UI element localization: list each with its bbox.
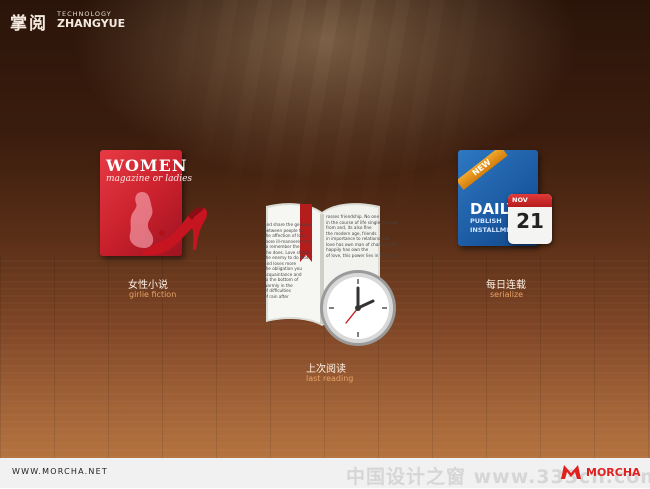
logo-en-text: ZHANGYUE [57,17,126,30]
footer-brand: MORCHA [586,466,641,479]
calendar-month: NOV [512,196,528,204]
girlie-fiction-label: 女性小说 [128,280,168,291]
morcha-logo-icon [561,465,581,479]
shelf-item-girlie-fiction[interactable]: WOMEN magazine or ladies 女性小说 girlie fic… [100,150,212,302]
girlie-fiction-sublabel: girlie fiction [129,290,177,299]
daily-cover-line: PUBLISH [470,217,502,225]
magazine-title: WOMEN [106,156,188,175]
shelf-item-last-reading[interactable]: and share the genuine between people to … [260,198,400,384]
book-line: and share the genuine [264,222,312,227]
new-ribbon: NEW [458,150,508,190]
magazine-subtitle: magazine or ladies [106,174,193,184]
serialize-label: 每日连载 [486,280,526,291]
shelf-item-serialize[interactable]: DAILY PUBLISH INSTALLMENT NEW NOV 21 每日连… [458,150,568,300]
last-reading-label: 上次阅读 [306,364,346,375]
right-page-text: rosses friendship. No one in the course … [326,214,399,258]
high-heel-shoe-icon [142,207,207,255]
serialize-sublabel: serialize [490,290,524,299]
book-line: the affection of love [264,233,307,238]
bookshelf-background: 掌阅 TECHNOLOGY ZHANGYUE WOMEN magazine or… [0,0,650,458]
calendar-icon: NOV 21 [508,194,552,244]
footer-bar: WWW.MORCHA.NET 中国设计之窗 www.333cn.com MORC… [0,458,650,488]
book-line: of love, this power lies in the love [326,252,397,258]
clock-icon [320,270,396,346]
book-line: the enemy to do that [264,255,309,260]
calendar-day: 21 [516,209,544,233]
logo-cn-text: 掌阅 [10,14,48,34]
footer-url: WWW.MORCHA.NET [12,467,108,476]
book-line: of rain after [264,293,289,299]
left-page-text: and share the genuine between people to … [264,222,312,299]
book-line: in importance to relations and [326,236,390,241]
last-reading-sublabel: last reading [306,374,354,383]
